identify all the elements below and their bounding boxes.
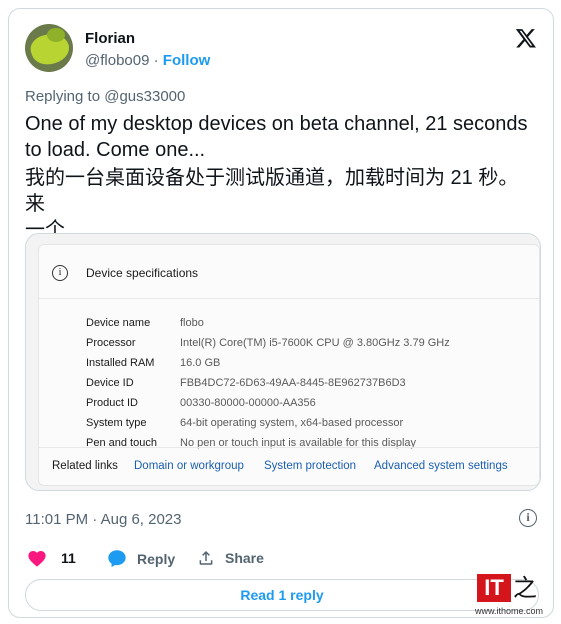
author-handle-row: @flobo09 · Follow <box>85 52 210 69</box>
link-advanced-system-settings[interactable]: Advanced system settings <box>374 460 508 472</box>
info-circle-icon[interactable]: i <box>519 509 537 527</box>
action-bar: 11 Reply Share <box>25 549 325 571</box>
watermark-logo-char: 之 <box>513 574 537 602</box>
share-button[interactable]: Share <box>197 549 264 567</box>
spec-row: Processor Intel(R) Core(TM) i5-7600K CPU … <box>86 337 450 349</box>
separator-dot: · <box>153 52 159 69</box>
reply-button[interactable]: Reply <box>107 549 175 568</box>
reply-mention-link[interactable]: @gus33000 <box>104 88 185 105</box>
tweet-text-english: One of my desktop devices on beta channe… <box>25 113 528 161</box>
panel-header: i Device specifications <box>39 245 539 299</box>
reply-label: Reply <box>137 550 176 567</box>
tweet-card: Florian @flobo09 · Follow Replying to @g… <box>8 8 554 618</box>
reply-bubble-icon <box>108 550 126 568</box>
device-specifications-panel: i Device specifications Device name flobo… <box>38 244 540 486</box>
tweet-text: One of my desktop devices on beta channe… <box>25 111 537 243</box>
spec-row: Device name flobo <box>86 317 204 329</box>
read-reply-button[interactable]: Read 1 reply <box>25 579 539 611</box>
info-icon: i <box>52 265 68 281</box>
like-count: 11 <box>61 550 76 566</box>
follow-button[interactable]: Follow <box>163 52 211 69</box>
watermark-url: www.ithome.com <box>475 606 544 616</box>
tweet-text-chinese-line1: 我的一台桌面设备处于测试版通道，加载时间为 21 秒。来 <box>25 167 519 215</box>
related-links-bar: Related links Domain or workgroup System… <box>39 447 539 485</box>
media-screenshot[interactable]: i Device specifications Device name flobo… <box>25 233 541 491</box>
avatar[interactable] <box>25 24 73 72</box>
spec-row: Device ID FBB4DC72-6D63-49AA-8445-8E96273… <box>86 377 406 389</box>
spec-row: System type 64-bit operating system, x64-… <box>86 417 404 429</box>
link-system-protection[interactable]: System protection <box>264 460 356 472</box>
like-button[interactable]: 11 <box>27 549 76 567</box>
heart-icon <box>28 550 46 567</box>
spec-row: Installed RAM 16.0 GB <box>86 357 221 369</box>
panel-title: Device specifications <box>86 266 199 280</box>
link-domain-or-workgroup[interactable]: Domain or workgroup <box>134 460 244 472</box>
share-label: Share <box>225 550 264 566</box>
specs-list: Device name flobo Processor Intel(R) Core(… <box>86 313 450 453</box>
ithome-watermark: IT 之 www.ithome.com <box>475 572 555 620</box>
author-handle[interactable]: @flobo09 <box>85 52 149 69</box>
share-icon <box>199 550 213 565</box>
author-name[interactable]: Florian <box>85 30 135 47</box>
replying-to: Replying to @gus33000 <box>25 88 186 105</box>
tweet-timestamp[interactable]: 11:01 PM · Aug 6, 2023 <box>25 511 182 528</box>
spec-row: Product ID 00330-80000-00000-AA356 <box>86 397 316 409</box>
related-links-label: Related links <box>52 460 118 472</box>
x-logo-icon[interactable] <box>515 27 537 49</box>
watermark-logo: IT <box>477 574 511 602</box>
